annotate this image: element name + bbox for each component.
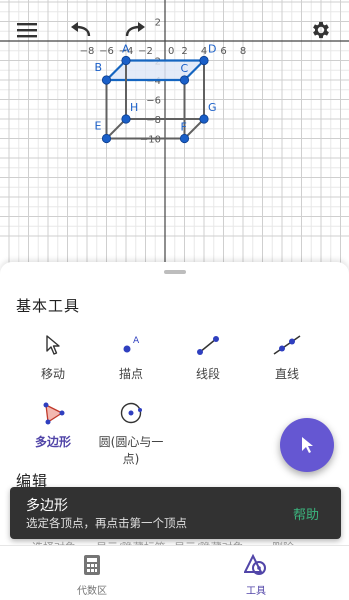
undo-button[interactable] xyxy=(65,14,97,46)
nav-algebra-label: 代数区 xyxy=(77,586,107,597)
point-label-B: B xyxy=(95,61,103,74)
tool-help-snackbar: 多边形 选定各顶点，再点击第一个顶点 帮助 xyxy=(10,487,341,539)
polygon-icon xyxy=(35,398,71,428)
snackbar-title: 多边形 xyxy=(26,498,68,514)
segment-icon xyxy=(190,330,226,360)
tool-point-label: 描点 xyxy=(118,367,143,381)
nav-tools[interactable]: 工具 xyxy=(216,553,296,597)
nav-algebra[interactable]: 代数区 xyxy=(52,554,132,597)
point-C[interactable] xyxy=(179,75,190,85)
top-toolbar xyxy=(0,0,349,58)
cursor-icon xyxy=(302,437,313,453)
point-label-C: C xyxy=(181,62,189,75)
circle-icon xyxy=(113,398,149,428)
svg-text:A: A xyxy=(133,336,140,346)
point-G[interactable] xyxy=(199,114,209,124)
help-button[interactable]: 帮助 xyxy=(293,504,319,523)
y-tick-label: −8 xyxy=(146,115,161,126)
tool-move[interactable]: 移动 xyxy=(13,330,93,383)
basic-tools-title: 基本工具 xyxy=(16,297,81,315)
point-B[interactable] xyxy=(101,75,112,85)
point-label-E: E xyxy=(95,120,102,133)
point-E[interactable] xyxy=(101,133,112,144)
point-H[interactable] xyxy=(121,114,131,124)
cursor-icon xyxy=(35,330,71,360)
tool-segment[interactable]: 线段 xyxy=(168,330,248,383)
undo-icon xyxy=(71,22,91,37)
y-tick-label: −10 xyxy=(140,135,161,146)
tools-shapes-icon xyxy=(243,553,266,575)
point-label-F: F xyxy=(181,121,187,134)
graphics-view[interactable]: −8−6−4−2024682−2−4−6−8−10 ABCDEFGH xyxy=(0,0,349,270)
tool-point[interactable]: A 描点 xyxy=(91,330,171,383)
point-icon: A xyxy=(113,330,149,360)
tool-circle[interactable]: 圆(圆心与一点) xyxy=(91,398,171,468)
redo-button[interactable] xyxy=(119,14,151,46)
settings-button[interactable] xyxy=(305,14,337,46)
y-tick-label: −6 xyxy=(146,96,161,107)
nav-tools-label: 工具 xyxy=(246,586,266,597)
line-icon xyxy=(269,330,305,360)
calculator-icon xyxy=(84,555,100,575)
point-F[interactable] xyxy=(179,133,190,144)
point-label-G: G xyxy=(208,101,217,114)
tool-polygon-label: 多边形 xyxy=(34,435,71,449)
redo-icon xyxy=(125,22,145,37)
tool-segment-label: 线段 xyxy=(195,367,220,381)
gear-icon xyxy=(313,21,329,39)
bottom-navigation: 代数区 工具 xyxy=(0,545,349,600)
tool-line[interactable]: 直线 xyxy=(247,330,327,383)
menu-button[interactable] xyxy=(11,14,43,46)
hamburger-icon xyxy=(17,23,37,38)
snackbar-text: 选定各顶点，再点击第一个顶点 xyxy=(26,516,187,530)
tool-circle-label: 圆(圆心与一点) xyxy=(98,435,164,466)
tool-line-label: 直线 xyxy=(274,367,299,381)
drag-handle[interactable] xyxy=(164,270,186,274)
move-fab-button[interactable] xyxy=(280,418,334,472)
tool-move-label: 移动 xyxy=(40,367,65,381)
tool-polygon[interactable]: 多边形 xyxy=(13,398,93,451)
polygon-ABCD xyxy=(106,60,204,80)
point-label-H: H xyxy=(130,101,138,114)
